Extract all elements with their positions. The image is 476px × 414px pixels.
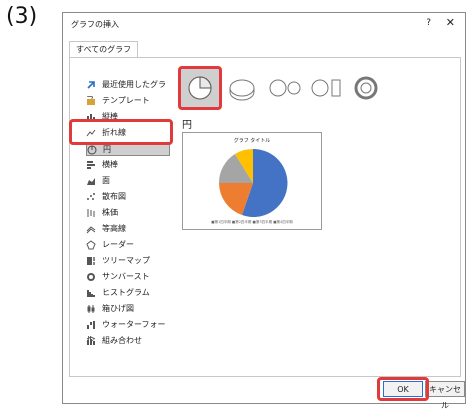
bar-of-pie-icon — [311, 79, 341, 97]
radar-chart-icon — [86, 240, 96, 250]
pie-chart-icon — [87, 145, 97, 155]
histogram-icon — [86, 288, 96, 298]
chart-preview[interactable]: グラフ タイトル ■第1四半期 ■第2四半期 ■第3四半期 ■第4四半期 — [182, 132, 322, 230]
pie-of-pie-icon — [269, 79, 301, 97]
sidebar-item-boxwhisker[interactable]: 箱ひげ図 — [86, 302, 170, 316]
preview-legend: ■第1四半期 ■第2四半期 ■第3四半期 ■第4四半期 — [211, 220, 293, 224]
dialog-titlebar: グラフの挿入 ? ✕ — [63, 13, 465, 37]
subtype-bar-of-pie[interactable] — [306, 68, 346, 108]
sidebar-item-bar[interactable]: 横棒 — [86, 158, 170, 172]
sidebar-item-recent[interactable]: 最近使用したグラフ — [86, 78, 170, 104]
sidebar-item-sunburst[interactable]: サンバースト — [86, 270, 170, 284]
step-label: (3) — [6, 4, 38, 29]
sidebar-item-templates[interactable]: テンプレート — [86, 94, 170, 108]
bar-chart-icon — [86, 160, 96, 170]
sidebar-item-radar[interactable]: レーダー — [86, 238, 170, 252]
sidebar-item-scatter[interactable]: 散布図 — [86, 190, 170, 204]
close-button[interactable]: ✕ — [446, 16, 455, 29]
dialog-content: 最近使用したグラフ テンプレート 縦棒 折れ線 円 横棒 面 散布図 — [69, 57, 461, 377]
area-chart-icon — [86, 176, 96, 186]
insert-chart-dialog: グラフの挿入 ? ✕ すべてのグラフ 最近使用したグラフ テンプレート 縦棒 折… — [62, 12, 466, 410]
cancel-button[interactable]: キャンセル — [425, 381, 465, 410]
tab-all-charts[interactable]: すべてのグラフ — [69, 41, 139, 58]
highlight-pie-category — [69, 119, 173, 145]
sidebar-item-histogram[interactable]: ヒストグラム — [86, 286, 170, 300]
subtype-3d-pie[interactable] — [222, 68, 262, 108]
boxwhisker-icon — [86, 304, 96, 314]
dialog-title: グラフの挿入 — [71, 20, 119, 29]
chart-type-heading: 円 — [182, 120, 192, 131]
sidebar-item-area[interactable]: 面 — [86, 174, 170, 188]
folder-icon — [86, 96, 96, 106]
doughnut-icon — [354, 76, 378, 100]
treemap-icon — [86, 256, 96, 266]
combo-icon — [86, 336, 96, 346]
surface-chart-icon — [86, 224, 96, 234]
highlight-ok-button — [377, 377, 429, 401]
dialog-footer: OK キャンセル — [63, 375, 465, 410]
highlight-pie-subtype — [178, 66, 222, 110]
sidebar-item-stock[interactable]: 株価 — [86, 206, 170, 220]
sidebar-item-waterfall[interactable]: ウォーターフォール — [86, 318, 170, 344]
scatter-chart-icon — [86, 192, 96, 202]
subtype-doughnut[interactable] — [346, 68, 386, 108]
pie-3d-icon — [229, 79, 255, 101]
sunburst-icon — [86, 272, 96, 282]
sidebar-item-surface[interactable]: 等高線 — [86, 222, 170, 236]
preview-pie — [218, 148, 288, 217]
sidebar-item-combo[interactable]: 組み合わせ — [86, 334, 170, 348]
waterfall-icon — [86, 320, 96, 330]
recent-icon — [86, 80, 96, 90]
stock-chart-icon — [86, 208, 96, 218]
sidebar-item-treemap[interactable]: ツリーマップ — [86, 254, 170, 268]
subtype-pie-of-pie[interactable] — [264, 68, 304, 108]
help-button[interactable]: ? — [426, 18, 431, 28]
